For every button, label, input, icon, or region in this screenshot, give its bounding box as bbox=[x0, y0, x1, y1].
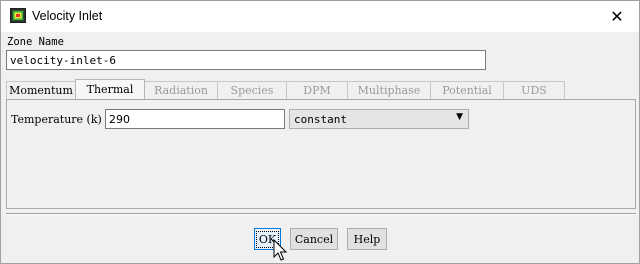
title-bar[interactable]: Velocity Inlet ✕ bbox=[1, 1, 639, 32]
help-label: Help bbox=[353, 232, 381, 246]
tab-bar: Momentum Thermal Radiation Species DPM M… bbox=[6, 79, 565, 99]
button-separator bbox=[6, 213, 636, 215]
zone-name-input[interactable] bbox=[6, 50, 486, 70]
temperature-input[interactable] bbox=[105, 109, 285, 129]
temperature-label: Temperature (k) bbox=[11, 113, 102, 126]
select-value: constant bbox=[294, 113, 347, 126]
tab-label: Thermal bbox=[86, 83, 134, 96]
tab-momentum[interactable]: Momentum bbox=[6, 81, 76, 99]
zone-name-label: Zone Name bbox=[7, 36, 64, 48]
window-title: Velocity Inlet bbox=[32, 9, 103, 23]
fluent-app-icon bbox=[10, 8, 26, 23]
tab-radiation: Radiation bbox=[144, 81, 218, 99]
mouse-pointer-icon bbox=[273, 239, 288, 261]
tab-thermal[interactable]: Thermal bbox=[75, 79, 145, 99]
chevron-down-icon: ▼ bbox=[456, 112, 463, 122]
tab-potential: Potential bbox=[430, 81, 504, 99]
tab-label: Radiation bbox=[154, 84, 208, 97]
temperature-method-select[interactable]: constant ▼ bbox=[289, 109, 469, 129]
tab-dpm: DPM bbox=[286, 81, 348, 99]
tab-label: DPM bbox=[303, 84, 331, 97]
cancel-button[interactable]: Cancel bbox=[290, 228, 338, 250]
tab-multiphase: Multiphase bbox=[347, 81, 431, 99]
thermal-panel: Temperature (k) constant ▼ bbox=[6, 99, 636, 209]
tab-label: Multiphase bbox=[357, 84, 421, 97]
velocity-inlet-dialog: Velocity Inlet ✕ Zone Name Momentum Ther… bbox=[0, 0, 640, 264]
help-button[interactable]: Help bbox=[347, 228, 387, 250]
close-button[interactable]: ✕ bbox=[595, 1, 639, 32]
cancel-label: Cancel bbox=[294, 232, 334, 246]
tab-uds: UDS bbox=[503, 81, 565, 99]
tab-label: Momentum bbox=[9, 84, 73, 97]
close-icon: ✕ bbox=[610, 7, 624, 26]
tab-label: Potential bbox=[442, 84, 492, 97]
tab-label: Species bbox=[230, 84, 274, 97]
tab-label: UDS bbox=[521, 84, 547, 97]
tab-species: Species bbox=[217, 81, 287, 99]
